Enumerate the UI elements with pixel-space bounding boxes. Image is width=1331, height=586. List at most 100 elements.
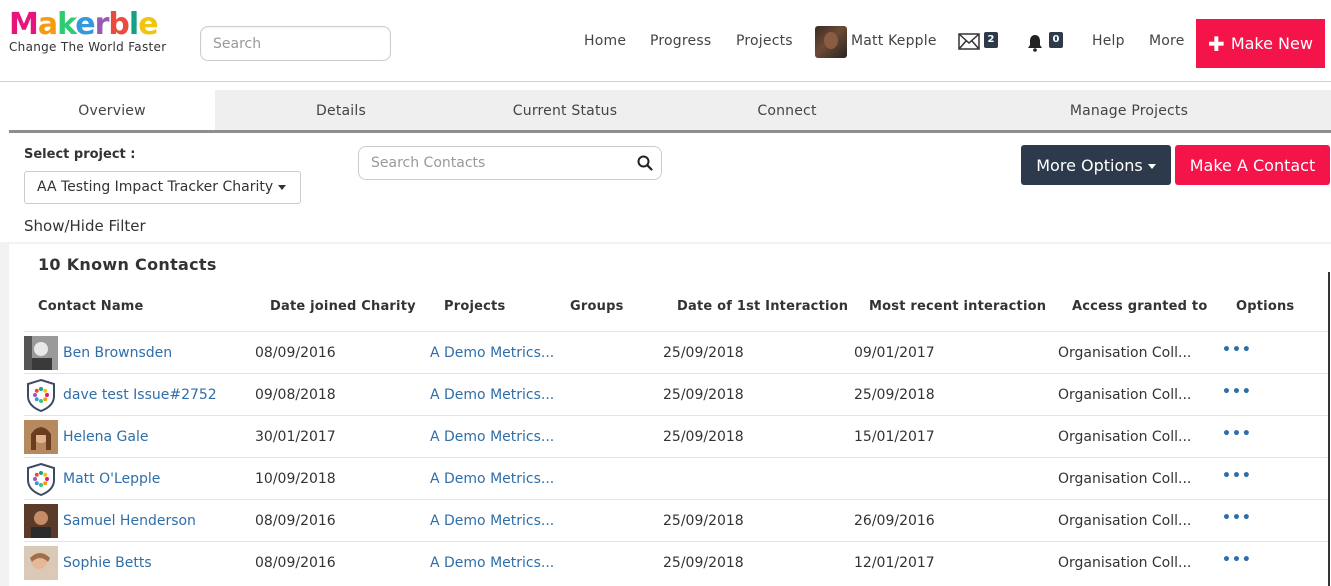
table-row: Samuel Henderson 08/09/2016 A Demo Metrics… — [24, 500, 1328, 542]
table-row: dave test Issue#2752 09/08/2018 A Demo Met… — [24, 374, 1328, 416]
show-hide-filter-toggle[interactable]: Show/Hide Filter — [24, 217, 146, 235]
make-new-button[interactable]: ✚ Make New — [1196, 19, 1325, 68]
nav-help[interactable]: Help — [1092, 33, 1125, 49]
make-contact-button[interactable]: Make A Contact — [1175, 145, 1330, 185]
nav-more[interactable]: More — [1149, 33, 1185, 49]
row-options-ellipsis-icon[interactable]: ••• — [1222, 342, 1252, 358]
caret-down-icon — [278, 184, 287, 190]
contact-name-link[interactable]: Samuel Henderson — [63, 513, 196, 529]
select-project-label: Select project : — [24, 147, 136, 162]
row-options-ellipsis-icon[interactable]: ••• — [1222, 468, 1252, 484]
access-granted-cell: Organisation Coll... — [1058, 345, 1192, 361]
contact-name-link[interactable]: Matt O'Lepple — [63, 471, 160, 487]
top-header: Makerble Change The World Faster Home Pr… — [0, 0, 1331, 82]
tab-manage-projects[interactable]: Manage Projects — [1009, 90, 1249, 130]
recent-interaction-cell: 26/09/2016 — [854, 513, 935, 529]
recent-interaction-cell: 25/09/2018 — [854, 387, 935, 403]
first-interaction-cell: 25/09/2018 — [663, 513, 744, 529]
nav-user-name[interactable]: Matt Kepple — [851, 33, 937, 49]
col-access-granted[interactable]: Access granted to — [1072, 299, 1207, 314]
plus-icon: ✚ — [1208, 31, 1225, 56]
user-avatar[interactable] — [815, 26, 847, 58]
row-options-ellipsis-icon[interactable]: ••• — [1222, 510, 1252, 526]
access-granted-cell: Organisation Coll... — [1058, 429, 1192, 445]
nav-progress[interactable]: Progress — [650, 33, 711, 49]
row-options-ellipsis-icon[interactable]: ••• — [1222, 426, 1252, 442]
table-row: Matt O'Lepple 10/09/2018 A Demo Metrics...… — [24, 458, 1328, 500]
tab-current-status[interactable]: Current Status — [465, 90, 665, 130]
messages-button[interactable]: 2 — [958, 29, 1000, 51]
first-interaction-cell: 25/09/2018 — [663, 555, 744, 571]
col-contact-name[interactable]: Contact Name — [38, 299, 144, 314]
contact-search-input[interactable] — [359, 147, 619, 179]
vertical-scrollbar[interactable] — [1328, 272, 1330, 586]
col-date-joined[interactable]: Date joined Charity — [270, 299, 416, 314]
projects-link[interactable]: A Demo Metrics... — [430, 429, 554, 445]
nav-home[interactable]: Home — [584, 33, 626, 49]
recent-interaction-cell: 15/01/2017 — [854, 429, 935, 445]
tab-connect[interactable]: Connect — [687, 90, 887, 130]
bell-icon — [1028, 35, 1042, 52]
logo-wordmark: Makerble — [9, 7, 159, 42]
tab-details[interactable]: Details — [241, 90, 441, 130]
date-joined-cell: 08/09/2016 — [255, 345, 336, 361]
table-row: Ben Brownsden 08/09/2016 A Demo Metrics...… — [24, 332, 1328, 374]
search-icon[interactable] — [637, 155, 653, 171]
project-select-value: AA Testing Impact Tracker Charity — [37, 179, 274, 195]
col-options: Options — [1236, 299, 1295, 314]
notifications-badge: 0 — [1049, 32, 1063, 48]
date-joined-cell: 08/09/2016 — [255, 513, 336, 529]
recent-interaction-cell: 12/01/2017 — [854, 555, 935, 571]
date-joined-cell: 10/09/2018 — [255, 471, 336, 487]
contact-avatar[interactable] — [24, 504, 58, 538]
col-groups[interactable]: Groups — [570, 299, 624, 314]
access-granted-cell: Organisation Coll... — [1058, 555, 1192, 571]
default-avatar-shield-icon[interactable] — [24, 462, 58, 496]
contact-avatar[interactable] — [24, 546, 58, 580]
date-joined-cell: 08/09/2016 — [255, 555, 336, 571]
default-avatar-shield-icon[interactable] — [24, 378, 58, 412]
recent-interaction-cell: 09/01/2017 — [854, 345, 935, 361]
date-joined-cell: 30/01/2017 — [255, 429, 336, 445]
contact-avatar[interactable] — [24, 420, 58, 454]
col-recent-interaction[interactable]: Most recent interaction — [869, 299, 1046, 314]
more-options-button[interactable]: More Options — [1021, 145, 1171, 185]
messages-badge: 2 — [984, 32, 998, 48]
date-joined-cell: 09/08/2018 — [255, 387, 336, 403]
access-granted-cell: Organisation Coll... — [1058, 387, 1192, 403]
project-select[interactable]: AA Testing Impact Tracker Charity — [24, 171, 301, 204]
col-projects[interactable]: Projects — [444, 299, 505, 314]
projects-link[interactable]: A Demo Metrics... — [430, 345, 554, 361]
make-new-label: Make New — [1230, 34, 1313, 53]
row-options-ellipsis-icon[interactable]: ••• — [1222, 552, 1252, 568]
caret-down-icon — [1147, 163, 1156, 169]
nav-projects[interactable]: Projects — [736, 33, 793, 49]
contact-name-link[interactable]: dave test Issue#2752 — [63, 387, 217, 403]
contact-name-link[interactable]: Sophie Betts — [63, 555, 152, 571]
contacts-count-title: 10 Known Contacts — [38, 255, 217, 274]
first-interaction-cell: 25/09/2018 — [663, 387, 744, 403]
projects-link[interactable]: A Demo Metrics... — [430, 471, 554, 487]
envelope-icon — [958, 33, 980, 50]
more-options-label: More Options — [1036, 155, 1143, 175]
makerble-logo[interactable]: Makerble Change The World Faster — [9, 7, 167, 55]
table-row: Helena Gale 30/01/2017 A Demo Metrics... 25… — [24, 416, 1328, 458]
access-granted-cell: Organisation Coll... — [1058, 471, 1192, 487]
row-options-ellipsis-icon[interactable]: ••• — [1222, 384, 1252, 400]
tab-overview[interactable]: Overview — [9, 90, 215, 130]
projects-link[interactable]: A Demo Metrics... — [430, 513, 554, 529]
projects-link[interactable]: A Demo Metrics... — [430, 555, 554, 571]
table-row: Sophie Betts 08/09/2016 A Demo Metrics... 2… — [24, 542, 1328, 584]
logo-tagline: Change The World Faster — [9, 40, 167, 54]
col-first-interaction[interactable]: Date of 1st Interaction — [677, 299, 848, 314]
notifications-button[interactable]: 0 — [1027, 29, 1067, 52]
access-granted-cell: Organisation Coll... — [1058, 513, 1192, 529]
contact-avatar[interactable] — [24, 336, 58, 370]
contact-name-link[interactable]: Helena Gale — [63, 429, 148, 445]
first-interaction-cell: 25/09/2018 — [663, 429, 744, 445]
projects-link[interactable]: A Demo Metrics... — [430, 387, 554, 403]
contact-name-link[interactable]: Ben Brownsden — [63, 345, 172, 361]
global-search-input[interactable] — [200, 26, 391, 61]
first-interaction-cell: 25/09/2018 — [663, 345, 744, 361]
contact-search-box — [358, 146, 662, 180]
